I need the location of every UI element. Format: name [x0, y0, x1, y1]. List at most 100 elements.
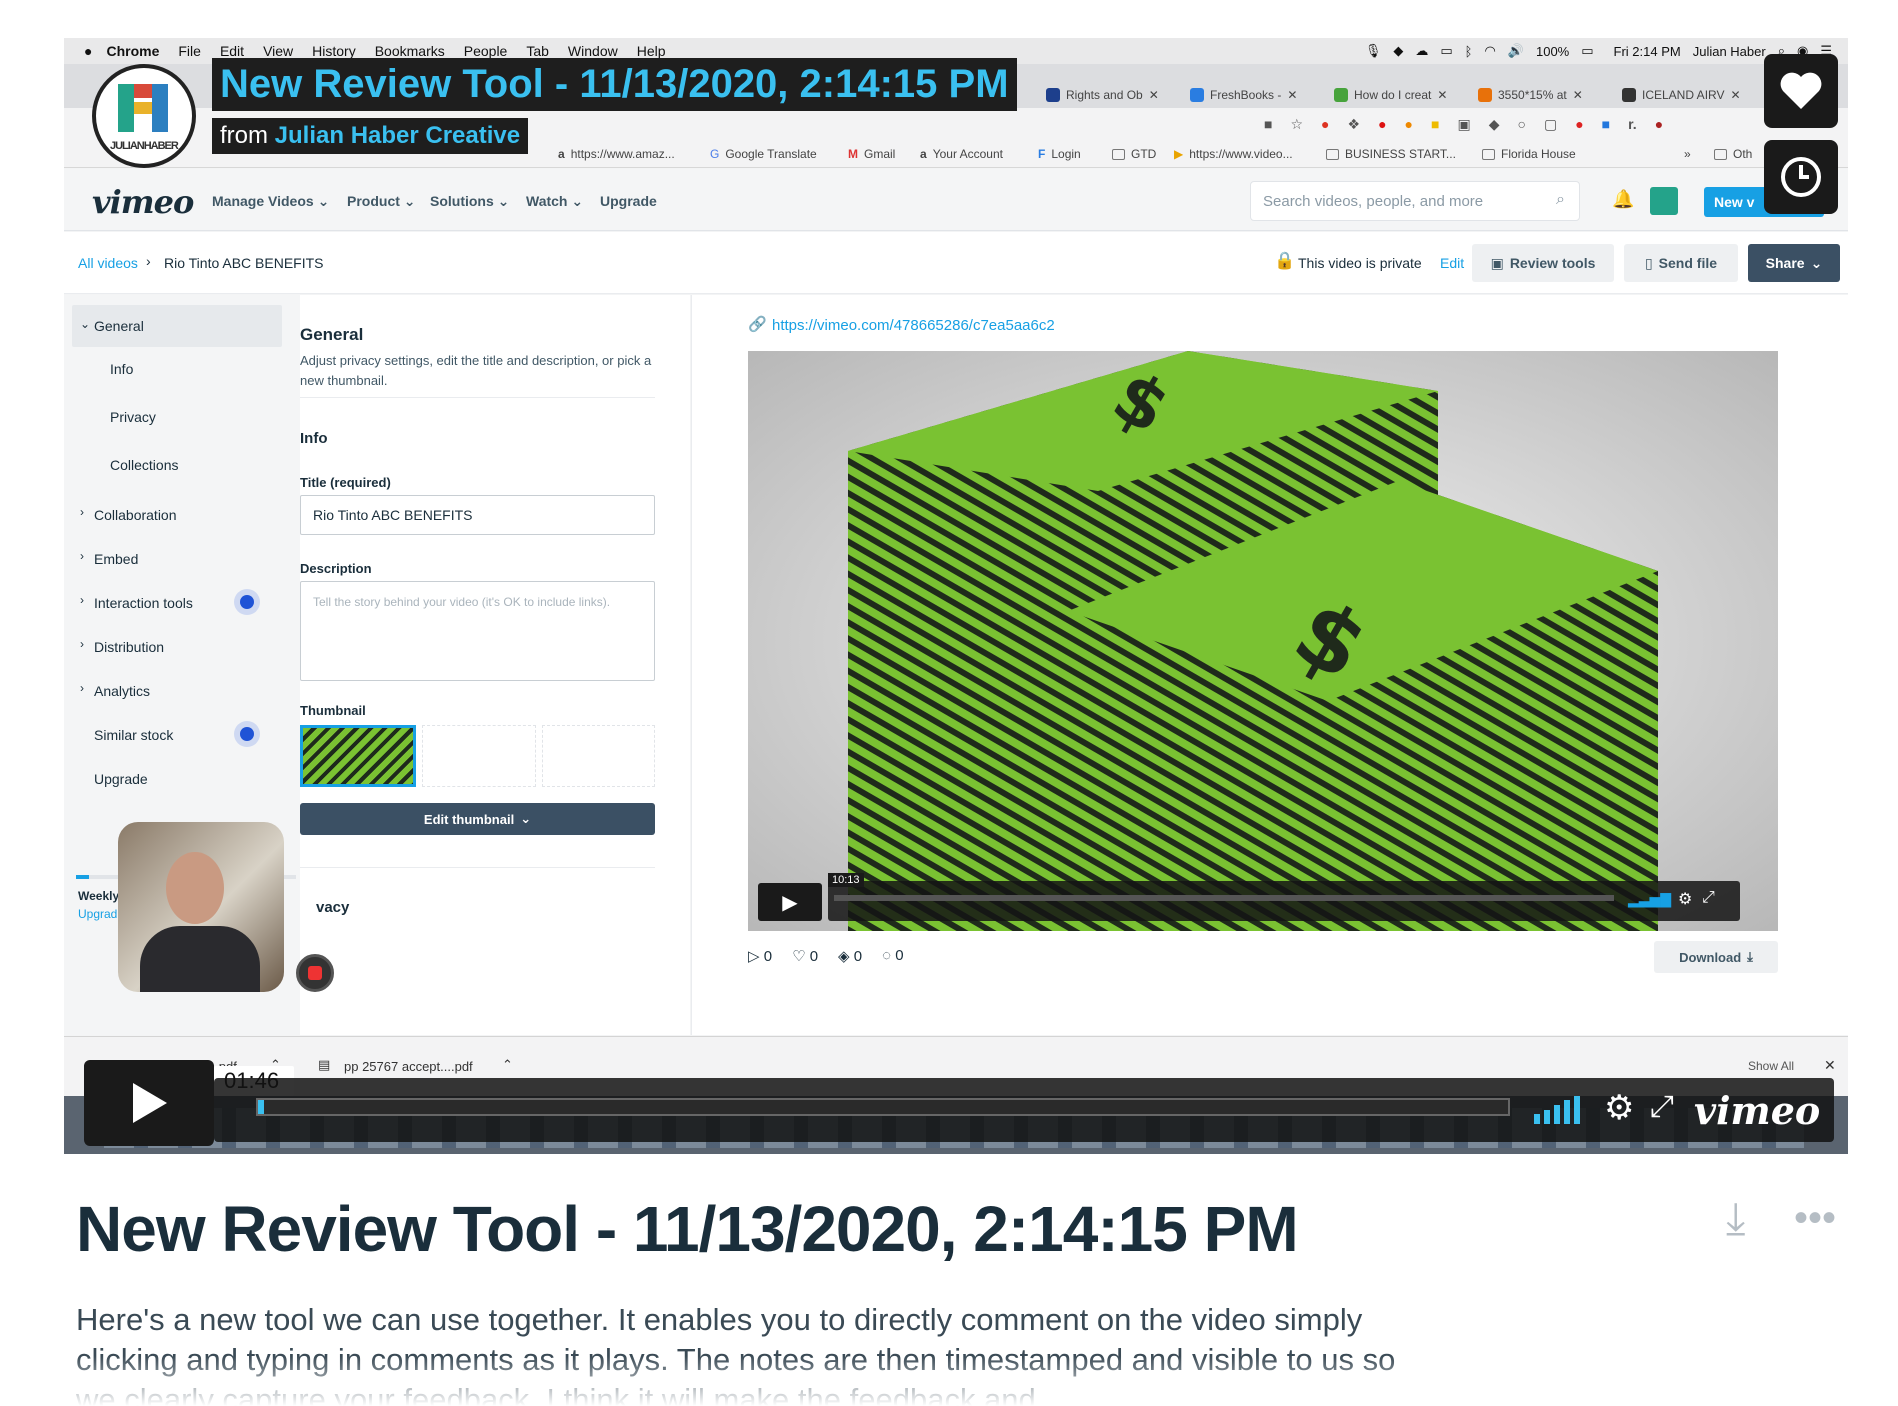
embedded-video-player[interactable]: $ $ ▶ ▂▃▅▇ ⚙ ⤢ 10:13 — [748, 351, 1778, 931]
more-options-icon[interactable]: ••• — [1794, 1196, 1836, 1241]
close-icon[interactable]: ✕ — [1287, 88, 1297, 102]
bookmark[interactable]: F Login — [1038, 147, 1081, 161]
thumbnail-option[interactable] — [422, 725, 536, 787]
extension-icon[interactable]: ▣ — [1457, 116, 1470, 133]
title-input[interactable]: Rio Tinto ABC BENEFITS — [300, 495, 655, 535]
battery-icon[interactable]: ▭ — [1581, 43, 1593, 59]
close-icon[interactable]: ✕ — [1149, 88, 1159, 102]
extension-icon[interactable]: ■ — [1602, 116, 1610, 133]
browser-tab[interactable]: Rights and Ob ✕ — [1046, 80, 1159, 110]
nav-solutions[interactable]: Solutions ⌄ — [430, 193, 509, 210]
video-author-overlay[interactable]: from Julian Haber Creative — [212, 118, 529, 154]
bookmarks-more[interactable]: » — [1684, 147, 1691, 161]
thumbnail-option-selected[interactable] — [300, 725, 416, 787]
video-frame[interactable]: ● Chrome File Edit View History Bookmark… — [64, 38, 1848, 1154]
avatar[interactable] — [1650, 187, 1678, 215]
sidebar-item-collaboration[interactable]: Collaboration — [94, 507, 177, 523]
airplay-icon[interactable]: ▭ — [1440, 43, 1452, 59]
show-all-downloads[interactable]: Show All — [1748, 1059, 1794, 1073]
search-input[interactable]: Search videos, people, and more — [1250, 181, 1580, 221]
bookmark[interactable]: Florida House — [1482, 147, 1576, 161]
mic-icon[interactable]: 🎙 — [1365, 43, 1382, 59]
bookmark[interactable]: a https://www.amaz... — [558, 147, 675, 161]
extension-icon[interactable]: ● — [1405, 116, 1413, 133]
browser-tab[interactable]: How do I creat ✕ — [1334, 80, 1447, 110]
volume-icon[interactable]: ▂▃▅▇ — [1628, 891, 1671, 908]
menu-file[interactable]: File — [178, 43, 201, 59]
dropbox-icon[interactable]: ◆ — [1393, 43, 1403, 59]
menu-window[interactable]: Window — [568, 43, 618, 59]
nav-watch[interactable]: Watch ⌄ — [526, 193, 583, 210]
vimeo-logo[interactable]: vimeo — [92, 183, 194, 221]
sidebar-item-analytics[interactable]: Analytics — [94, 683, 150, 699]
bookmark[interactable]: BUSINESS START... — [1326, 147, 1456, 161]
author-link[interactable]: Julian Haber Creative — [275, 122, 520, 149]
description-input[interactable]: Tell the story behind your video (it's O… — [300, 581, 655, 681]
sidebar-item-collections[interactable]: Collections — [110, 457, 178, 473]
sidebar-item-similar-stock[interactable]: Similar stock — [94, 727, 173, 743]
browser-tab[interactable]: ICELAND AIRV ✕ — [1622, 80, 1741, 110]
extension-icon[interactable]: ● — [1655, 116, 1663, 133]
channel-logo[interactable]: JULIANHABER — [92, 64, 196, 168]
close-icon[interactable]: ✕ — [1573, 88, 1583, 102]
nav-product[interactable]: Product ⌄ — [347, 193, 416, 210]
menu-view[interactable]: View — [263, 43, 293, 59]
close-icon[interactable]: ✕ — [1437, 88, 1447, 102]
upgrade-link[interactable]: Upgrad — [78, 907, 117, 921]
record-button[interactable] — [296, 954, 334, 992]
review-tools-button[interactable]: ▣ Review tools — [1472, 244, 1614, 282]
menu-bookmarks[interactable]: Bookmarks — [375, 43, 445, 59]
vimeo-watermark-logo[interactable]: vimeo — [1694, 1088, 1820, 1133]
menu-user[interactable]: Julian Haber — [1693, 44, 1766, 59]
send-file-button[interactable]: ▯ Send file — [1624, 244, 1738, 282]
player-scrubber[interactable] — [834, 895, 1614, 901]
download-button[interactable]: Download ⤓ — [1654, 941, 1778, 973]
menu-edit[interactable]: Edit — [220, 43, 244, 59]
video-title-overlay[interactable]: New Review Tool - 11/13/2020, 2:14:15 PM — [212, 58, 1017, 111]
settings-icon[interactable]: ⚙ — [1678, 889, 1692, 909]
extension-icon[interactable]: ● — [1575, 116, 1583, 133]
star-icon[interactable]: ☆ — [1290, 116, 1303, 133]
download-icon[interactable]: ⤓ — [1726, 1194, 1745, 1244]
search-icon[interactable]: ⌕ — [1556, 191, 1565, 209]
volume-icon[interactable] — [1534, 1096, 1584, 1124]
sidebar-item-embed[interactable]: Embed — [94, 551, 138, 567]
bookmark[interactable]: ▶ https://www.video... — [1174, 147, 1293, 161]
edit-thumbnail-button[interactable]: Edit thumbnail ⌄ — [300, 803, 655, 835]
fullscreen-icon[interactable]: ⤢ — [1702, 889, 1715, 907]
thumbnail-option[interactable] — [542, 725, 655, 787]
bookmark[interactable]: a Your Account — [920, 147, 1003, 161]
bell-icon[interactable]: 🔔 — [1612, 189, 1634, 210]
extension-icon[interactable]: ▢ — [1544, 116, 1557, 133]
pinterest-icon[interactable]: ● — [1321, 116, 1329, 133]
menu-help[interactable]: Help — [637, 43, 666, 59]
breadcrumb-all-videos[interactable]: All videos — [78, 255, 138, 271]
bookmark[interactable]: G Google Translate — [710, 147, 817, 161]
apple-icon[interactable]: ● — [84, 43, 92, 59]
extension-icon[interactable]: ❖ — [1348, 116, 1361, 133]
settings-icon[interactable]: ⚙ — [1604, 1088, 1634, 1128]
camera-icon[interactable]: ■ — [1264, 116, 1272, 133]
extension-icon[interactable]: r. — [1628, 116, 1637, 133]
bookmark-other[interactable]: Oth — [1714, 147, 1752, 161]
sidebar-item-upgrade[interactable]: Upgrade — [94, 771, 148, 787]
privacy-edit-link[interactable]: Edit — [1440, 255, 1464, 271]
nav-upgrade[interactable]: Upgrade — [600, 193, 657, 209]
browser-tab[interactable]: 3550*15% at ✕ — [1478, 80, 1583, 110]
close-icon[interactable]: ✕ — [1824, 1057, 1836, 1074]
sidebar-item-general[interactable]: ⌄ General — [72, 305, 282, 347]
menu-app[interactable]: Chrome — [106, 43, 159, 59]
cloud-icon[interactable]: ☁ — [1415, 43, 1428, 59]
menu-clock[interactable]: Fri 2:14 PM — [1614, 44, 1681, 59]
menu-history[interactable]: History — [312, 43, 356, 59]
extension-icon[interactable]: ■ — [1431, 116, 1439, 133]
opera-icon[interactable]: ● — [1378, 116, 1386, 133]
extension-icon[interactable]: ○ — [1517, 116, 1525, 133]
nav-manage-videos[interactable]: Manage Videos ⌄ — [212, 193, 329, 210]
sidebar-item-privacy[interactable]: Privacy — [110, 409, 156, 425]
sidebar-item-distribution[interactable]: Distribution — [94, 639, 164, 655]
wifi-icon[interactable]: ◠ — [1484, 43, 1495, 59]
close-icon[interactable]: ✕ — [1730, 88, 1740, 102]
menu-people[interactable]: People — [464, 43, 508, 59]
sidebar-item-info[interactable]: Info — [110, 361, 133, 377]
